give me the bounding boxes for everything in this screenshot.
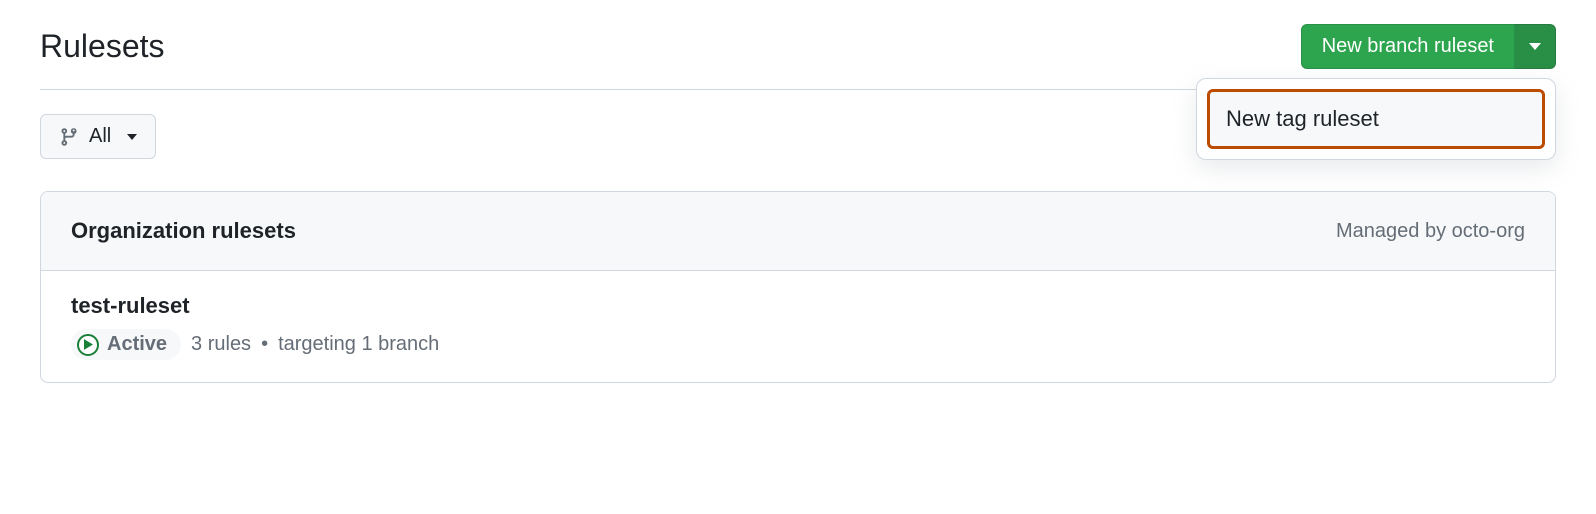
git-branch-icon xyxy=(59,127,79,147)
ruleset-row[interactable]: test-ruleset Active 3 rules • targeting … xyxy=(41,271,1555,382)
new-branch-ruleset-label: New branch ruleset xyxy=(1322,35,1494,58)
new-tag-ruleset-item[interactable]: New tag ruleset xyxy=(1207,89,1545,149)
filter-label: All xyxy=(89,125,111,148)
panel-title: Organization rulesets xyxy=(71,218,296,244)
ruleset-name: test-ruleset xyxy=(71,293,1525,319)
new-branch-ruleset-button[interactable]: New branch ruleset xyxy=(1301,24,1515,69)
play-circle-icon xyxy=(77,334,99,356)
organization-rulesets-panel: Organization rulesets Managed by octo-or… xyxy=(40,191,1556,383)
status-badge: Active xyxy=(71,329,181,360)
panel-header: Organization rulesets Managed by octo-or… xyxy=(41,192,1555,271)
new-ruleset-dropdown-menu: New tag ruleset xyxy=(1196,78,1556,160)
new-ruleset-button-group: New branch ruleset New tag ruleset xyxy=(1301,24,1556,69)
filter-all-button[interactable]: All xyxy=(40,114,156,159)
ruleset-meta: Active 3 rules • targeting 1 branch xyxy=(71,329,1525,360)
new-ruleset-dropdown-toggle[interactable] xyxy=(1515,24,1556,69)
targeting-text: targeting 1 branch xyxy=(278,333,439,356)
managed-by-label: Managed by octo-org xyxy=(1336,220,1525,243)
rules-count: 3 rules xyxy=(191,333,251,356)
page-title: Rulesets xyxy=(40,28,165,65)
status-label: Active xyxy=(107,333,167,356)
caret-down-icon xyxy=(1529,43,1541,50)
separator-dot: • xyxy=(261,333,268,356)
caret-down-icon xyxy=(127,134,137,140)
